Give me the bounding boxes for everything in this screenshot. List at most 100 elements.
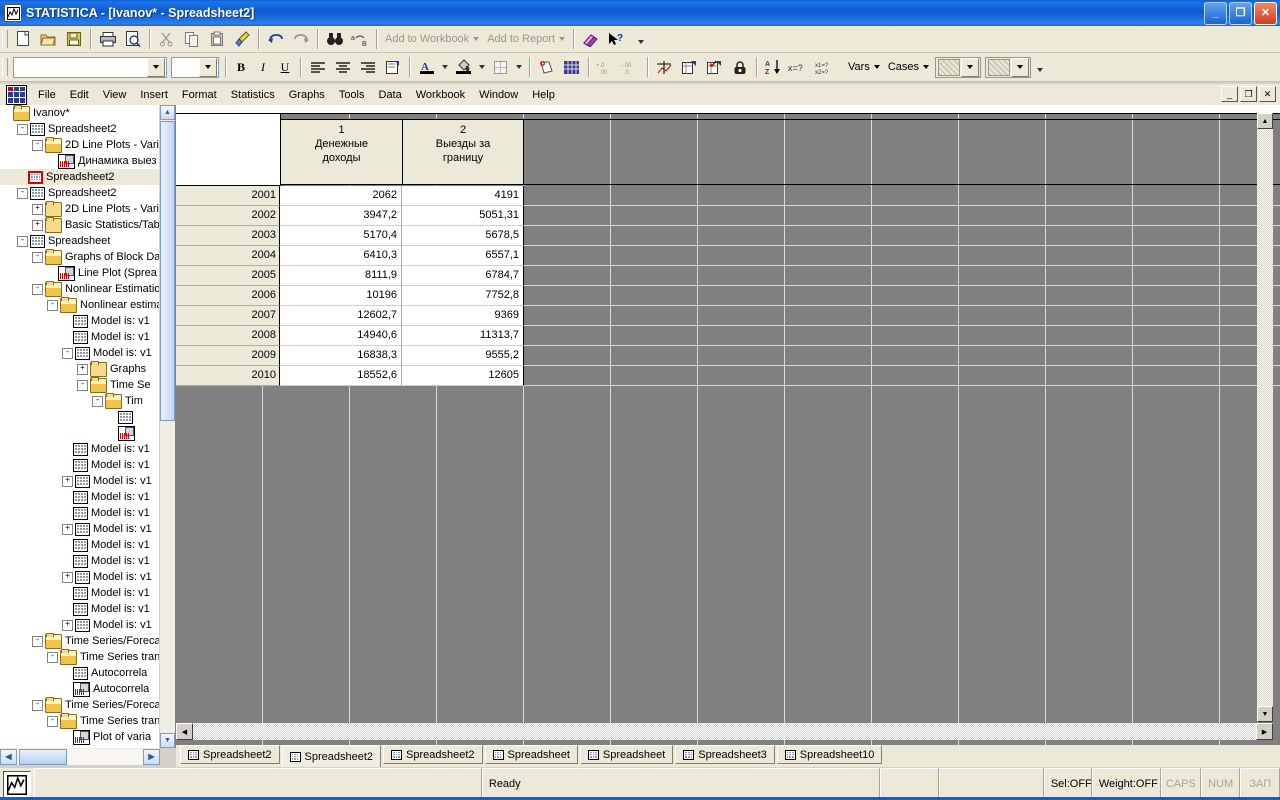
row-header[interactable]: 2003	[176, 226, 280, 246]
sheet-scroll-up-button[interactable]: ▲	[1257, 113, 1273, 129]
row-header[interactable]: 2006	[176, 286, 280, 306]
sheet-vertical-scrollbar[interactable]: ▲ ▼	[1257, 113, 1273, 722]
column-header[interactable]: 1 Денежные доходы	[280, 119, 402, 185]
tree-item[interactable]: - Time Series/Forecas	[0, 696, 160, 713]
tree-item[interactable]: Spreadsheet2	[0, 169, 160, 185]
add-variable-icon[interactable]	[678, 56, 701, 78]
tree-item[interactable]: - Time Series/Forecas	[0, 632, 160, 649]
tree-item[interactable]: Autocorrela	[0, 681, 160, 697]
menu-item-workbook[interactable]: Workbook	[409, 87, 472, 103]
table-row[interactable]: 2006 10196 7752,8	[176, 286, 1280, 306]
underline-button[interactable]: U	[274, 57, 296, 78]
tree-item[interactable]: + Graphs	[0, 360, 160, 377]
decrease-decimal-icon[interactable]: -.00.0	[619, 56, 642, 78]
align-left-icon[interactable]	[306, 56, 329, 78]
new-icon[interactable]	[12, 28, 35, 50]
table-row[interactable]: 2010 18552,6 12605	[176, 366, 1280, 386]
tree-item[interactable]: - Spreadsheet	[0, 233, 160, 249]
vars-menu-button[interactable]: Vars	[844, 61, 884, 73]
row-header[interactable]: 2005	[176, 266, 280, 286]
tree-item[interactable]: Model is: v1	[0, 505, 160, 521]
expand-toggle-icon[interactable]: +	[32, 203, 43, 215]
menu-item-statistics[interactable]: Statistics	[224, 87, 282, 103]
data-cell[interactable]: 9369	[402, 306, 524, 326]
tree-item[interactable]: - Nonlinear estima	[0, 296, 160, 313]
text-label-icon[interactable]	[535, 56, 558, 78]
data-cell[interactable]: 3947,2	[280, 206, 402, 226]
data-cell[interactable]: 2062	[280, 186, 402, 206]
sheet-scroll-left-button[interactable]: ◀	[176, 723, 193, 740]
data-cell[interactable]: 5051,31	[402, 206, 524, 226]
tree-item[interactable]: - Nonlinear Estimation	[0, 280, 160, 297]
expand-toggle-icon[interactable]: +	[62, 619, 73, 631]
bold-button[interactable]: B	[230, 57, 252, 78]
tree-item[interactable]: - Spreadsheet2	[0, 121, 160, 137]
mdi-minimize-button[interactable]: _	[1221, 86, 1238, 102]
help-pointer-icon[interactable]: ?	[604, 28, 627, 50]
eraser-icon[interactable]	[579, 28, 602, 50]
tree-item[interactable]: Model is: v1	[0, 441, 160, 457]
workbook-tab[interactable]: Spreadsheet	[579, 745, 674, 764]
collapse-toggle-icon[interactable]: -	[62, 347, 73, 359]
add-to-report-button[interactable]: Add to Report	[483, 33, 569, 45]
chevron-down-icon[interactable]	[477, 56, 487, 78]
menu-item-insert[interactable]: Insert	[133, 87, 175, 103]
collapse-toggle-icon[interactable]: -	[47, 299, 58, 311]
collapse-toggle-icon[interactable]: -	[92, 395, 103, 407]
expand-toggle-icon[interactable]: +	[62, 571, 73, 583]
selection-box-2[interactable]	[985, 56, 1031, 78]
tree-item[interactable]	[0, 409, 160, 425]
brush-icon[interactable]	[230, 28, 253, 50]
table-row[interactable]: 2004 6410,3 6557,1	[176, 246, 1280, 266]
row-header[interactable]: 2007	[176, 306, 280, 326]
data-cell[interactable]: 5678,5	[402, 226, 524, 246]
table-row[interactable]: 2008 14940,6 11313,7	[176, 326, 1280, 346]
workbook-tab[interactable]: Spreadsheet	[484, 745, 578, 764]
menu-item-data[interactable]: Data	[372, 87, 409, 103]
data-cell[interactable]: 4191	[402, 186, 524, 206]
row-header[interactable]: 2002	[176, 206, 280, 226]
grid-icon[interactable]	[560, 56, 583, 78]
collapse-toggle-icon[interactable]: -	[17, 123, 28, 135]
tree-scroll-left-button[interactable]: ◀	[0, 748, 17, 765]
chevron-down-icon[interactable]	[147, 57, 165, 77]
sheet-horizontal-scrollbar[interactable]: ◀ ▶	[176, 723, 1273, 740]
expand-toggle-icon[interactable]: +	[32, 219, 43, 231]
collapse-toggle-icon[interactable]: -	[47, 651, 58, 663]
mdi-close-button[interactable]: ✕	[1259, 86, 1276, 102]
row-header[interactable]: 2001	[176, 186, 280, 206]
data-cell[interactable]: 7752,8	[402, 286, 524, 306]
table-row[interactable]: 2007 12602,7 9369	[176, 306, 1280, 326]
menu-item-view[interactable]: View	[96, 87, 134, 103]
menu-item-graphs[interactable]: Graphs	[282, 87, 332, 103]
tree-item[interactable]: + Model is: v1	[0, 617, 160, 633]
menu-item-format[interactable]: Format	[175, 87, 224, 103]
chevron-down-icon[interactable]	[961, 57, 979, 77]
row-header[interactable]: 2009	[176, 346, 280, 366]
table-row[interactable]: 2002 3947,2 5051,31	[176, 206, 1280, 226]
clipboard-icon[interactable]	[205, 28, 228, 50]
close-button[interactable]: ✕	[1254, 2, 1277, 25]
tree-horizontal-scrollbar[interactable]: ◀ ▶	[0, 748, 160, 765]
tree-item[interactable]: Plot of varia	[0, 729, 160, 745]
tree-item[interactable]	[0, 425, 160, 441]
collapse-toggle-icon[interactable]: -	[32, 251, 43, 263]
workbook-tab[interactable]: Spreadsheet2	[383, 745, 483, 764]
workbook-tree[interactable]: Ivanov* - Spreadsheet2-2D Line Plots - Var…	[0, 105, 160, 745]
collapse-toggle-icon[interactable]: -	[17, 235, 28, 247]
align-center-icon[interactable]	[331, 56, 354, 78]
tree-scroll-up-button[interactable]: ▲	[160, 105, 175, 120]
menu-item-file[interactable]: File	[31, 87, 63, 103]
chevron-down-icon[interactable]	[1011, 57, 1029, 77]
increase-decimal-icon[interactable]: +.0.00	[594, 56, 617, 78]
data-cell[interactable]: 6784,7	[402, 266, 524, 286]
grid-corner-cell[interactable]	[176, 114, 281, 186]
tree-item[interactable]: - 2D Line Plots - Varia	[0, 136, 160, 153]
variable-spec-icon[interactable]	[653, 56, 676, 78]
align-right-icon[interactable]	[356, 56, 379, 78]
tree-scroll-thumb[interactable]	[160, 121, 175, 421]
toolbar-grip[interactable]	[2, 30, 8, 48]
print-preview-icon[interactable]	[121, 28, 144, 50]
chevron-down-icon[interactable]	[440, 56, 450, 78]
tree-item[interactable]: + Model is: v1	[0, 521, 160, 537]
